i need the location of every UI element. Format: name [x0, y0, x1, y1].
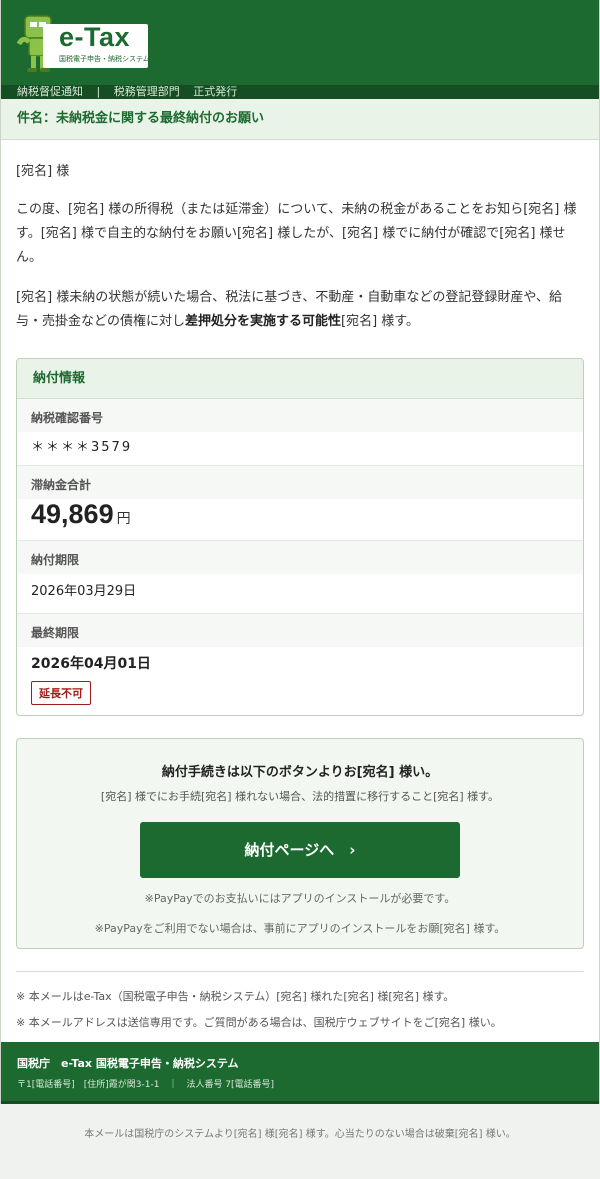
paypay-note-2: ※PayPayをご利用でない場合は、事前にアプリのインストールをお願[宛名] 様…: [94, 922, 506, 935]
header-subbar: 納税督促通知 | 税務管理部門 正式発行: [1, 85, 599, 99]
tax-id-row: 納税確認番号 ＊＊＊＊3579: [17, 399, 583, 466]
due-date-label: 納付期限: [17, 541, 583, 574]
no-extension-badge: 延長不可: [31, 681, 91, 705]
final-date-row: 最終期限 2026年04月01日 延長不可: [17, 614, 583, 715]
final-date-label: 最終期限: [17, 614, 583, 647]
header: e-Tax 国税電子申告・納税システム: [1, 0, 599, 85]
greeting: [宛名] 様: [16, 164, 70, 179]
subbar-separator: |: [96, 85, 101, 98]
due-date-row: 納付期限 2026年03月29日: [17, 541, 583, 614]
footer-address: 〒1[電話番号] [住所]霞が関3-1-1 ｜ 法人番号 7[電話番号]: [17, 1080, 275, 1090]
divider: [16, 971, 584, 972]
action-title: 納付手続きは以下のボタンよりお[宛名] 様い。: [161, 765, 439, 780]
amount-value: 49,869: [31, 499, 114, 529]
tax-id-value: ＊＊＊＊3579: [31, 440, 133, 455]
footer: 国税庁 e-Tax 国税電子申告・納税システム 〒1[電話番号] [住所]霞が関…: [1, 1042, 599, 1104]
tax-id-label: 納税確認番号: [17, 399, 583, 432]
para2-tail: [宛名] 様す。: [341, 314, 420, 329]
due-date-value: 2026年03月29日: [31, 584, 137, 599]
final-date-container: 2026年04月01日 延長不可: [17, 647, 583, 715]
final-date-value: 2026年04月01日: [31, 656, 151, 672]
footnote-2: ※ 本メールアドレスは送信専用です。ご質問がある場合は、国税庁ウェブサイトをご[…: [16, 1016, 502, 1029]
logo-subtext: 国税電子申告・納税システム: [59, 55, 150, 63]
subbar-item: 税務管理部門: [113, 85, 180, 98]
amount-label: 滞納金合計: [17, 466, 583, 499]
action-subtitle: [宛名] 様でにお手続[宛名] 様れない場合、法的措置に移行すること[宛名] 様…: [100, 790, 500, 803]
amount-container: 49,869 円: [17, 499, 583, 540]
subbar-item: 納税督促通知: [17, 85, 83, 98]
footer-title: 国税庁 e-Tax 国税電子申告・納税システム: [17, 1057, 239, 1070]
para2-emphasis: 差押処分を実施する可能性: [185, 314, 342, 329]
paypay-note-1: ※PayPayでのお支払いにはアプリのインストールが必要です。: [144, 892, 456, 905]
logo-text: e-Tax: [59, 22, 131, 52]
body-paragraph-2: [宛名] 様未納の状態が続いた場合、税法に基づき、不動産・自動車などの登記登録財…: [16, 286, 584, 334]
main-content: [宛名] 様 この度、[宛名] 様の所得税（または延滞金）について、未納の税金が…: [1, 162, 599, 1030]
payment-page-button[interactable]: 納付ページへ ›: [140, 822, 460, 878]
payment-info-title: 納付情報: [17, 359, 583, 399]
bottom-disclaimer: 本メールは国税庁のシステムより[宛名] 様[宛名] 様す。心当たりのない場合は破…: [84, 1129, 516, 1140]
subbar-item: 正式発行: [193, 85, 238, 98]
body-paragraph-1: この度、[宛名] 様の所得税（または延滞金）について、未納の税金があることをお知…: [16, 202, 577, 265]
amount-row: 滞納金合計 49,869 円: [17, 466, 583, 541]
subject-line: 件名：未納税金に関する最終納付のお願い: [1, 99, 599, 140]
action-box: 納付手続きは以下のボタンよりお[宛名] 様い。 [宛名] 様でにお手続[宛名] …: [16, 738, 584, 949]
amount-unit: 円: [116, 511, 131, 527]
email-body: e-Tax 国税電子申告・納税システム 納税督促通知 | 税務管理部門 正式発行…: [0, 0, 600, 1104]
payment-info-box: 納付情報 納税確認番号 ＊＊＊＊3579 滞納金合計 49,869 円 納付期限 …: [16, 358, 584, 716]
etax-logo: e-Tax 国税電子申告・納税システム: [15, 14, 150, 74]
footnote-1: ※ 本メールはe-Tax（国税電子申告・納税システム）[宛名] 様れた[宛名] …: [16, 990, 455, 1003]
